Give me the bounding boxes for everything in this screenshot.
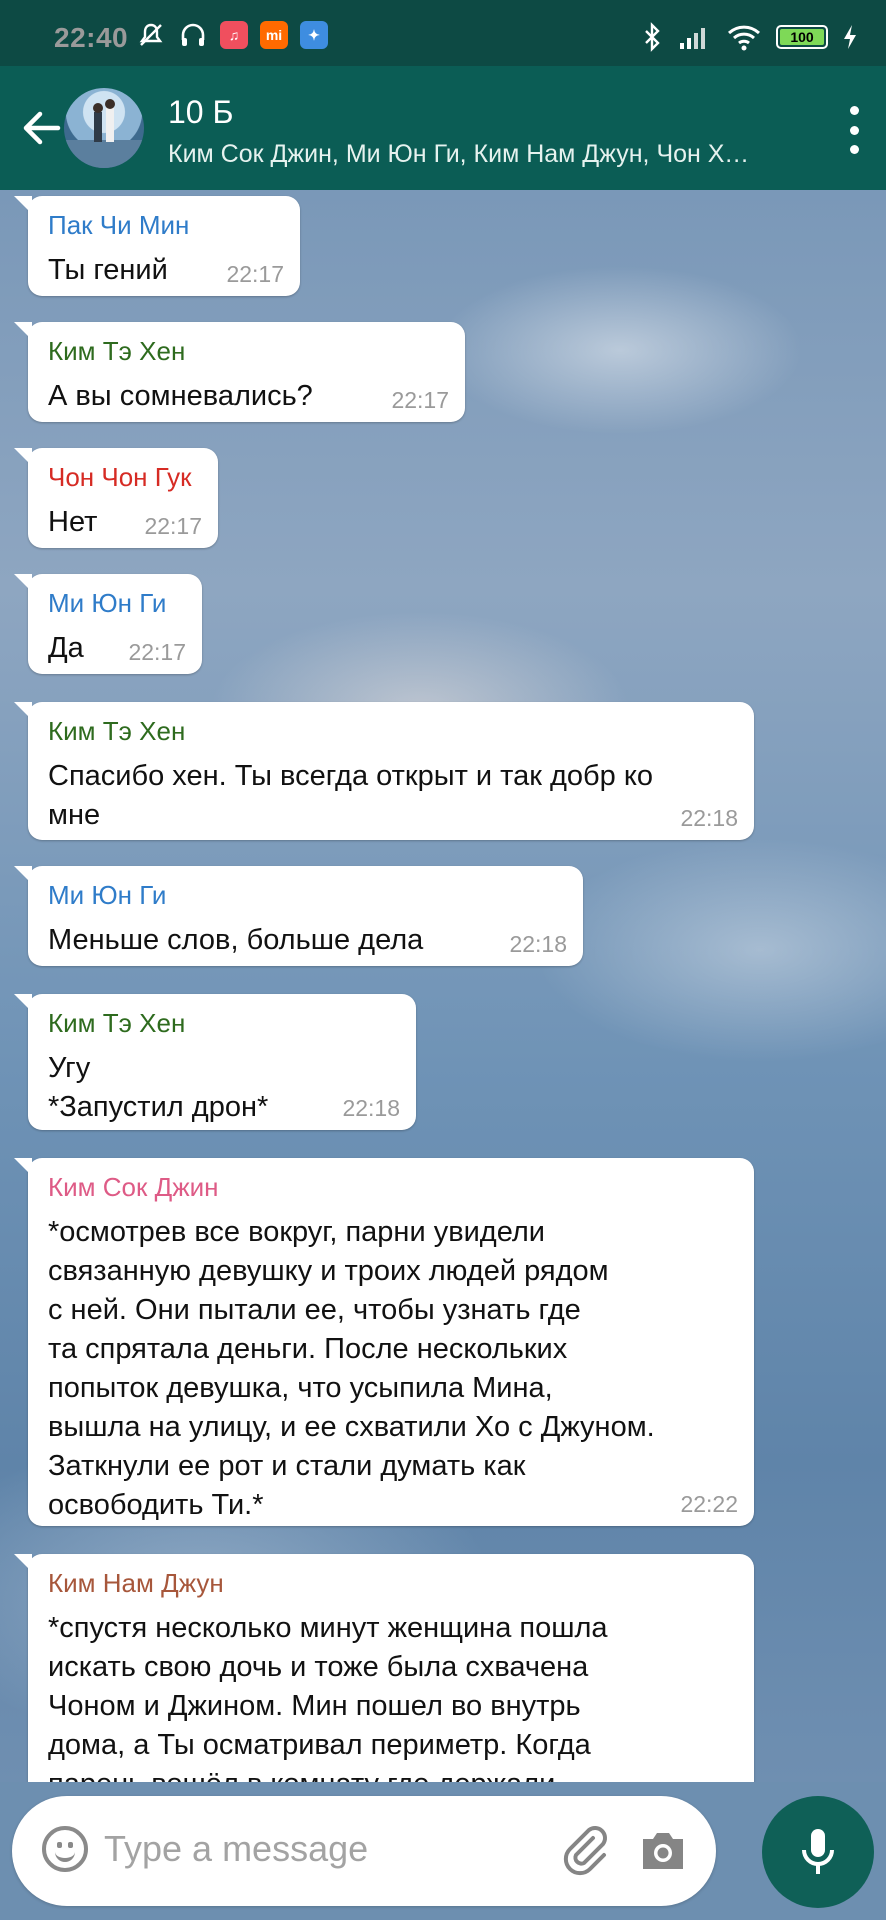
battery-icon: 100	[776, 25, 828, 49]
mute-notifications-icon	[139, 23, 163, 46]
message-input[interactable]: Type a message	[104, 1828, 368, 1870]
avatar-image	[64, 99, 144, 168]
message-text: Меньше слов, больше дела	[48, 924, 424, 956]
message-sender: Ким Сок Джин	[48, 1172, 219, 1202]
chat-title[interactable]: 10 Б	[168, 94, 233, 131]
camera-icon[interactable]	[638, 1830, 688, 1872]
message-bubble[interactable]: Ким Сок Джин *осмотрев все вокруг, парни…	[14, 1158, 754, 1526]
status-system-icons: 100	[640, 22, 858, 52]
message-sender: Ким Нам Джун	[48, 1568, 224, 1598]
message-sender: Ким Тэ Хен	[48, 1008, 186, 1038]
message-time: 22:17	[226, 261, 284, 287]
message-list[interactable]: Пак Чи Мин Ты гений 22:17 Ким Тэ Хен А в…	[0, 190, 886, 1782]
message-bubble[interactable]: Ким Тэ Хен Угу *Запустил дрон* 22:18	[14, 994, 416, 1130]
microphone-icon	[802, 1829, 834, 1874]
message-bubble[interactable]: Ким Тэ Хен Спасибо хен. Ты всегда открыт…	[14, 702, 754, 840]
message-bubble[interactable]: Пак Чи Мин Ты гений 22:17	[14, 196, 300, 296]
status-notification-icons: ♫ mi ✦	[136, 20, 328, 50]
message-sender: Пак Чи Мин	[48, 210, 190, 240]
group-avatar[interactable]	[64, 88, 144, 168]
chat-members[interactable]: Ким Сок Джин, Ми Юн Ги, Ким Нам Джун, Чо…	[168, 140, 758, 169]
message-sender: Ми Юн Ги	[48, 880, 167, 910]
message-text: *осмотрев все вокруг, парни увидели связ…	[48, 1216, 655, 1521]
message-sender: Ким Тэ Хен	[48, 336, 186, 366]
message-time: 22:22	[680, 1491, 738, 1517]
message-composer[interactable]: Type a message	[12, 1796, 716, 1906]
message-bubble[interactable]: Ким Нам Джун *спустя несколько минут жен…	[14, 1554, 754, 1782]
paperclip-icon[interactable]	[560, 1824, 612, 1876]
game-app-icon: ✦	[300, 21, 328, 49]
headphones-icon	[181, 23, 205, 46]
voice-message-button[interactable]	[762, 1796, 874, 1908]
chat-header: 10 Б Ким Сок Джин, Ми Юн Ги, Ким Нам Джу…	[0, 66, 886, 190]
more-options-icon[interactable]	[844, 106, 864, 154]
message-text: Спасибо хен. Ты всегда открыт и так добр…	[48, 760, 653, 831]
charging-icon	[844, 25, 856, 49]
message-time: 22:18	[680, 805, 738, 831]
emoji-icon[interactable]	[42, 1826, 88, 1872]
status-bar: 22:40 ♫ mi ✦ 100	[0, 0, 886, 66]
signal-icon	[680, 28, 705, 49]
back-arrow-icon[interactable]	[18, 104, 66, 152]
message-time: 22:18	[342, 1095, 400, 1121]
message-time: 22:17	[144, 513, 202, 539]
wifi-icon	[727, 25, 761, 51]
music-app-icon: ♫	[220, 21, 248, 49]
message-bubble[interactable]: Ким Тэ Хен А вы сомневались? 22:17	[14, 322, 465, 422]
battery-level: 100	[780, 29, 824, 45]
message-time: 22:17	[128, 639, 186, 665]
message-sender: Ким Тэ Хен	[48, 716, 186, 746]
mi-app-icon: mi	[260, 21, 288, 49]
message-sender: Ми Юн Ги	[48, 588, 167, 618]
message-text: *спустя несколько минут женщина пошла ис…	[48, 1612, 608, 1782]
message-sender: Чон Чон Гук	[48, 462, 192, 492]
message-time: 22:17	[391, 387, 449, 413]
bluetooth-icon	[645, 22, 660, 52]
message-bubble[interactable]: Ми Юн Ги Меньше слов, больше дела 22:18	[14, 866, 583, 966]
message-text: А вы сомневались?	[48, 380, 313, 412]
message-bubble[interactable]: Чон Чон Гук Нет 22:17	[14, 448, 218, 548]
message-bubble[interactable]: Ми Юн Ги Да 22:17	[14, 574, 202, 674]
message-time: 22:18	[509, 931, 567, 957]
